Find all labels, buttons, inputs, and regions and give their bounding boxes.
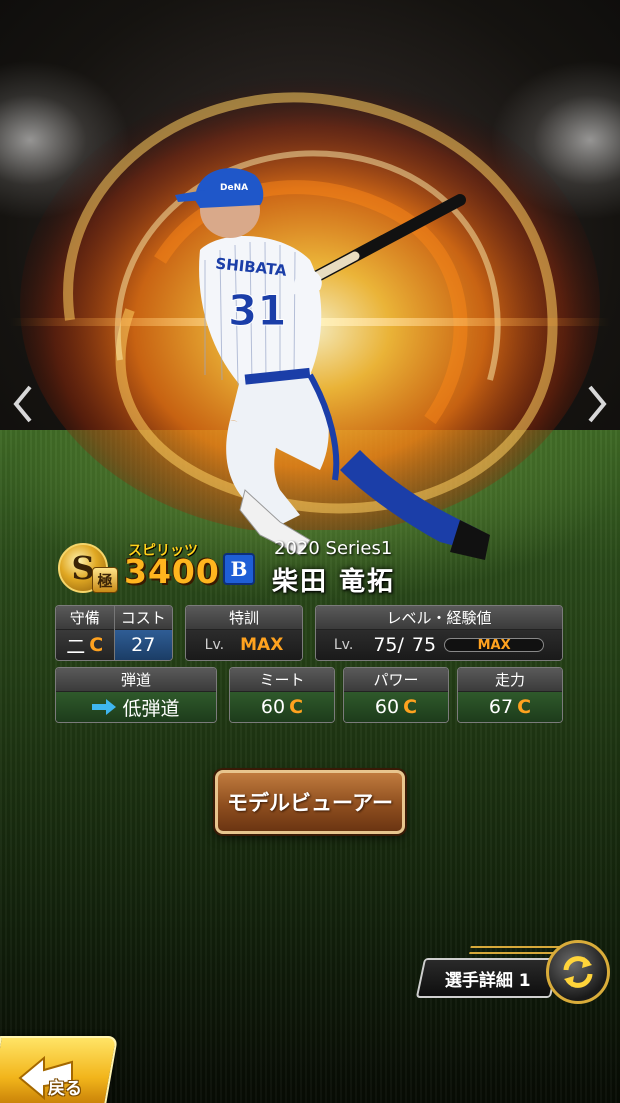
trajectory-label: 弾道 — [56, 668, 216, 692]
level-lv: Lv. — [333, 637, 354, 653]
meet-value: 60 C — [230, 692, 334, 722]
meet-box: ミート 60 C — [229, 667, 335, 723]
training-lv: Lv. — [204, 637, 225, 653]
power-grade: C — [403, 696, 418, 718]
defense-column: 守備 二 C — [56, 606, 114, 660]
exp-bar: MAX — [444, 637, 545, 653]
level-box: レベル・経験値 Lv. 75 / 75 MAX — [315, 605, 563, 661]
power-value: 60 C — [344, 692, 448, 722]
cost-value: 27 — [114, 630, 172, 660]
defense-label: 守備 — [56, 606, 114, 630]
player-detail-label: 選手詳細 1 — [444, 970, 531, 991]
power-number: 60 — [374, 696, 400, 718]
training-label: 特訓 — [186, 606, 302, 630]
player-name: 柴田 竜拓 — [272, 567, 396, 597]
training-box: 特訓 Lv. MAX — [185, 605, 303, 661]
training-value: Lv. MAX — [186, 630, 302, 660]
defense-position: 二 — [66, 635, 86, 658]
meet-number: 60 — [260, 696, 286, 718]
switch-icon[interactable] — [546, 940, 610, 1004]
cost-label: コスト — [114, 606, 172, 630]
training-max: MAX — [240, 635, 284, 655]
speed-label: 走力 — [458, 668, 562, 692]
trajectory-text: 低弾道 — [122, 697, 180, 720]
level-current: 75 — [373, 634, 398, 656]
defense-value: 二 C — [56, 630, 114, 660]
meet-label: ミート — [230, 668, 334, 692]
speed-box: 走力 67 C — [457, 667, 563, 723]
speed-grade: C — [517, 696, 532, 718]
detail-tab-decoration — [469, 946, 561, 954]
speed-value: 67 C — [458, 692, 562, 722]
cost-column: コスト 27 — [113, 606, 172, 660]
power-label: パワー — [344, 668, 448, 692]
helmet-logo: DeNA — [220, 183, 248, 193]
defense-grade: C — [89, 634, 104, 656]
trajectory-arrow-icon — [92, 699, 117, 715]
level-value: Lv. 75 / 75 MAX — [316, 630, 562, 660]
player-detail-tab[interactable]: 選手詳細 1 — [415, 958, 560, 998]
spirits-value: 3400 — [124, 552, 220, 591]
power-box: パワー 60 C — [343, 667, 449, 723]
exp-bar-text: MAX — [477, 637, 511, 653]
team-logo-icon: B — [223, 553, 255, 585]
level-max: 75 — [411, 634, 437, 656]
trajectory-box: 弾道 低弾道 — [55, 667, 217, 723]
defense-cost-box: 守備 二 C コスト 27 — [55, 605, 173, 661]
uniform-number: 31 — [228, 286, 286, 335]
rank-sub-badge: 極 — [92, 567, 118, 593]
player-image: DeNA SHIBATA 31 — [175, 168, 490, 560]
rotate-arrows-icon — [563, 956, 593, 988]
model-viewer-button[interactable]: モデルビューアー — [215, 770, 405, 834]
speed-number: 67 — [488, 696, 514, 718]
prev-player-arrow-icon[interactable] — [6, 378, 40, 430]
trajectory-value: 低弾道 — [56, 692, 216, 722]
series-label: 2020 Series1 — [274, 538, 393, 559]
rank-badge: S 極 — [58, 543, 120, 593]
meet-grade: C — [289, 696, 304, 718]
back-label: 戻る — [48, 1079, 82, 1099]
next-player-arrow-icon[interactable] — [580, 378, 614, 430]
level-label: レベル・経験値 — [316, 606, 562, 630]
level-sep: / — [397, 634, 404, 656]
